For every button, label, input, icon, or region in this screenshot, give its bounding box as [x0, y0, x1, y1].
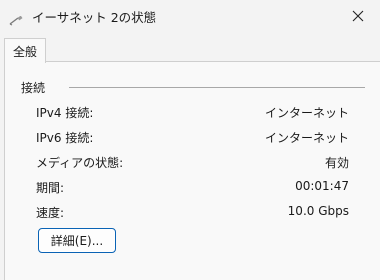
speed-label: 速度:	[36, 206, 65, 220]
group-divider	[69, 87, 365, 88]
media-state-value: 有効	[324, 156, 349, 170]
media-state-label: メディアの状態:	[36, 156, 124, 170]
general-panel: 接続 IPv4 接続: インターネット IPv6 接続: インターネット メディ…	[4, 61, 380, 280]
tab-general[interactable]: 全般	[4, 38, 46, 63]
row-duration: 期間: 00:01:47	[36, 179, 349, 197]
close-icon	[352, 10, 364, 22]
duration-label: 期間:	[36, 181, 65, 195]
close-button[interactable]	[336, 0, 380, 32]
connection-group-label: 接続	[21, 81, 46, 95]
speed-value: 10.0 Gbps	[287, 204, 349, 218]
title-bar: イーサネット 2の状態	[0, 0, 380, 32]
ipv6-label: IPv6 接続:	[36, 131, 94, 145]
ipv6-value: インターネット	[264, 131, 349, 145]
ipv4-value: インターネット	[264, 106, 349, 120]
duration-value: 00:01:47	[295, 179, 349, 193]
row-ipv6: IPv6 接続: インターネット	[36, 129, 349, 147]
ipv4-label: IPv4 接続:	[36, 106, 94, 120]
network-cable-icon	[9, 11, 23, 26]
window-title: イーサネット 2の状態	[32, 10, 157, 25]
row-speed: 速度: 10.0 Gbps	[36, 204, 349, 222]
row-ipv4: IPv4 接続: インターネット	[36, 104, 349, 122]
details-button[interactable]: 詳細(E)...	[38, 228, 116, 253]
row-media-state: メディアの状態: 有効	[36, 154, 349, 172]
